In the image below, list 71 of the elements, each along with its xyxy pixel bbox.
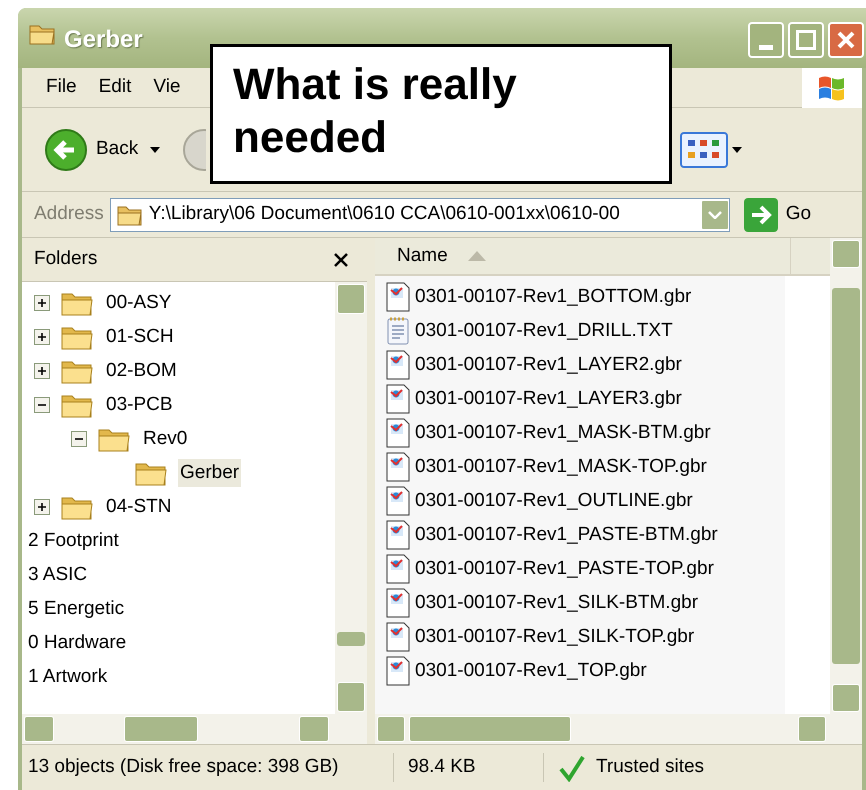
image-file-icon	[385, 384, 411, 414]
menu-item[interactable]: Edit	[88, 73, 142, 102]
callout-text: What is really needed	[233, 59, 518, 164]
tree-item[interactable]: 00-ASY	[104, 288, 174, 318]
close-icon[interactable]	[333, 252, 349, 268]
minimize-icon	[759, 45, 773, 50]
image-file-icon	[385, 486, 411, 516]
file-name[interactable]: 0301-00107-Rev1_SILK-TOP.gbr	[415, 622, 694, 652]
checkmark-icon	[558, 754, 586, 782]
horizontal-scrollbar[interactable]	[375, 714, 862, 744]
file-name[interactable]: 0301-00107-Rev1_PASTE-BTM.gbr	[415, 520, 718, 550]
tree-item[interactable]: Rev0	[141, 424, 190, 454]
image-file-icon	[385, 554, 411, 584]
status-text: 13 objects (Disk free space: 398 GB)	[22, 753, 394, 782]
horizontal-scrollbar[interactable]	[22, 714, 367, 744]
maximize-icon	[796, 30, 816, 50]
tree-item[interactable]: 1 Artwork	[26, 662, 110, 692]
go-button[interactable]: Go	[744, 198, 812, 232]
close-icon	[836, 30, 856, 50]
image-file-icon	[385, 452, 411, 482]
expand-icon[interactable]	[34, 295, 50, 311]
image-file-icon	[385, 588, 411, 618]
tree-item[interactable]: 3 ASIC	[26, 560, 90, 590]
vertical-scrollbar[interactable]	[335, 282, 367, 714]
close-button[interactable]	[828, 22, 864, 58]
status-text: 98.4 KB	[394, 753, 544, 782]
expand-icon[interactable]	[34, 499, 50, 515]
windows-logo-icon	[817, 74, 847, 102]
tree-item[interactable]: 02-BOM	[104, 356, 179, 386]
tree-item[interactable]: 01-SCH	[104, 322, 176, 352]
views-icon[interactable]	[680, 132, 728, 168]
tree-item[interactable]: 2 Footprint	[26, 526, 121, 556]
chevron-down-icon	[708, 210, 722, 218]
image-file-icon	[385, 350, 411, 380]
menu-item[interactable]: Vie	[143, 73, 190, 102]
vertical-scrollbar[interactable]	[830, 238, 862, 714]
file-name[interactable]: 0301-00107-Rev1_OUTLINE.gbr	[415, 486, 693, 516]
tree-item[interactable]: 0 Hardware	[26, 628, 128, 658]
tree-item[interactable]: 04-STN	[104, 492, 174, 522]
window-title: Gerber	[64, 25, 143, 55]
address-label: Address	[34, 202, 104, 226]
file-name[interactable]: 0301-00107-Rev1_LAYER2.gbr	[415, 350, 682, 380]
dropdown-caret-icon[interactable]	[150, 146, 160, 152]
collapse-icon[interactable]	[34, 397, 50, 413]
image-file-icon	[385, 282, 411, 312]
folder-icon	[116, 204, 143, 226]
image-file-icon	[385, 622, 411, 652]
file-name[interactable]: 0301-00107-Rev1_DRILL.TXT	[415, 316, 673, 346]
tree-item[interactable]: 03-PCB	[104, 390, 175, 420]
collapse-icon[interactable]	[71, 431, 87, 447]
file-name[interactable]: 0301-00107-Rev1_TOP.gbr	[415, 656, 647, 686]
file-name[interactable]: 0301-00107-Rev1_MASK-BTM.gbr	[415, 418, 711, 448]
status-text: Trusted sites	[596, 755, 704, 780]
image-file-icon	[385, 418, 411, 448]
address-field[interactable]: Y:\Library\06 Document\0610 CCA\0610-001xx\0610-00	[110, 198, 730, 232]
pane-title: Folders	[34, 247, 98, 272]
dropdown-caret-icon[interactable]	[732, 146, 742, 152]
image-file-icon	[385, 656, 411, 686]
file-name[interactable]: 0301-00107-Rev1_BOTTOM.gbr	[415, 282, 692, 312]
image-file-icon	[385, 520, 411, 550]
tree-item[interactable]: 5 Energetic	[26, 594, 126, 624]
file-name[interactable]: 0301-00107-Rev1_PASTE-TOP.gbr	[415, 554, 714, 584]
expand-icon[interactable]	[34, 363, 50, 379]
back-button[interactable]: Back	[44, 128, 138, 172]
menu-item[interactable]: File	[36, 73, 87, 102]
tree-item[interactable]: Gerber	[178, 458, 242, 488]
expand-icon[interactable]	[34, 329, 50, 345]
file-name[interactable]: 0301-00107-Rev1_LAYER3.gbr	[415, 384, 682, 414]
file-name[interactable]: 0301-00107-Rev1_MASK-TOP.gbr	[415, 452, 707, 482]
text-file-icon	[385, 316, 411, 346]
file-name[interactable]: 0301-00107-Rev1_SILK-BTM.gbr	[415, 588, 698, 618]
